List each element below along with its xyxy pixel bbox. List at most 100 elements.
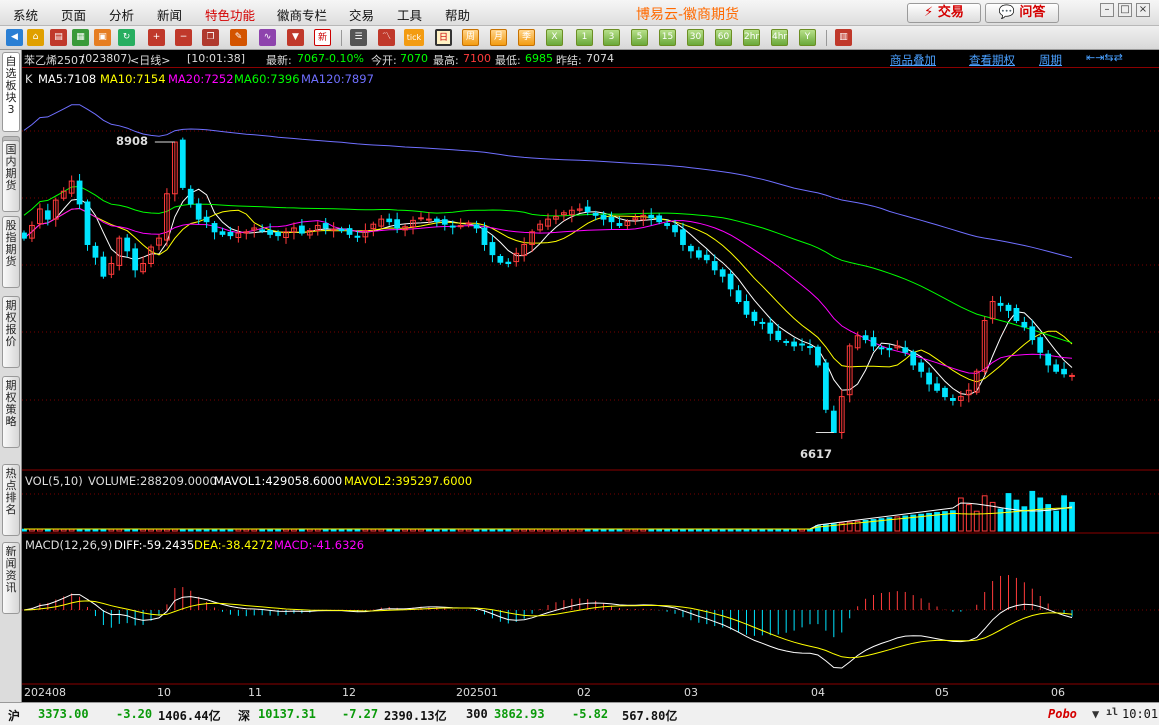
nav-arrows-icon[interactable]: ⇤⇥⇆⇄ (1086, 51, 1123, 64)
volume-bar (807, 528, 813, 532)
volume-bar (632, 528, 639, 532)
tick-button[interactable]: tick (404, 29, 424, 46)
candle-body (830, 410, 837, 433)
candle-body (695, 250, 702, 258)
tab-watchlist[interactable]: 自选板块3 (2, 52, 20, 132)
draw-pen-icon[interactable]: ✎ (230, 29, 247, 46)
period-60-button[interactable]: 60 (715, 29, 732, 46)
sh-amount: 1406.44亿 (158, 709, 221, 723)
tab-news-info[interactable]: 新闻资讯 (2, 542, 20, 614)
refresh-icon[interactable]: ↻ (118, 29, 135, 46)
menu-help[interactable]: 帮助 (445, 5, 470, 24)
period-day-button[interactable]: 日 (435, 29, 452, 46)
candle-body (751, 311, 758, 322)
menu-trade[interactable]: 交易 (349, 5, 374, 24)
volume-bar (346, 528, 353, 532)
menu-bar: 系统 页面 分析 新闻 特色功能 徽商专栏 交易 工具 帮助 博易云-徽商期货 … (0, 0, 1159, 26)
candle-body (354, 235, 361, 238)
menu-page[interactable]: 页面 (61, 5, 86, 24)
kline-chart-svg[interactable] (22, 50, 1159, 702)
zoom-in-icon[interactable]: + (148, 29, 165, 46)
menu-analysis[interactable]: 分析 (109, 5, 134, 24)
sh-change: -3.20 (116, 707, 153, 721)
menu-huishang-column[interactable]: 徽商专栏 (277, 5, 327, 24)
high-label: 最高: (433, 54, 459, 67)
candle-body (1045, 353, 1052, 366)
grid-icon[interactable]: ▦ (72, 29, 89, 46)
tab-option-quotes[interactable]: 期权报价 (2, 296, 20, 368)
table-icon[interactable]: ☰ (350, 29, 367, 46)
candle-body (505, 261, 512, 264)
layout-icon[interactable]: ▥ (835, 29, 852, 46)
qa-button[interactable]: 💬 问答 (985, 3, 1059, 23)
candle-body (703, 254, 710, 261)
latest-label: 最新: (266, 54, 292, 67)
period-link[interactable]: 周期 (1039, 52, 1062, 68)
period-15-button[interactable]: 15 (659, 29, 676, 46)
period-3-button[interactable]: 3 (603, 29, 620, 46)
tab-option-strategy[interactable]: 期权策略 (2, 376, 20, 448)
x-tick-label: 03 (684, 686, 698, 699)
zoom-out-icon[interactable]: − (175, 29, 192, 46)
candle-body (950, 398, 956, 401)
minimize-icon[interactable]: – (1100, 3, 1114, 17)
period-1-button[interactable]: 1 (576, 29, 593, 46)
tab-index-futures[interactable]: 股指期货 (2, 216, 20, 288)
period-x-button[interactable]: X (546, 29, 563, 46)
mavol1-value: MAVOL1:429058.6000 (214, 474, 343, 488)
tab-domestic-futures[interactable]: 国内期货 (2, 140, 20, 212)
overlay-commodity-link[interactable]: 商品叠加 (890, 52, 936, 68)
maximize-icon[interactable]: □ (1118, 3, 1132, 17)
volume-bar (211, 528, 218, 532)
calendar-icon[interactable]: ▣ (94, 29, 111, 46)
candle-body (743, 301, 750, 315)
period-30-button[interactable]: 30 (687, 29, 704, 46)
filter-icon[interactable]: ▼ (287, 29, 304, 46)
volume-bar (1053, 510, 1060, 532)
period-month-button[interactable]: 月 (490, 29, 507, 46)
menu-system[interactable]: 系统 (13, 5, 38, 24)
period-year-button[interactable]: Y (799, 29, 816, 46)
news-icon[interactable]: ▤ (50, 29, 67, 46)
volume-bar (354, 528, 361, 532)
line-chart-icon[interactable]: 〽 (378, 29, 395, 46)
back-arrow-icon[interactable]: ◀ (6, 29, 23, 46)
signal-bars-icon: ıl (1106, 707, 1119, 718)
period-week-button[interactable]: 周 (462, 29, 479, 46)
candle-body (616, 223, 623, 226)
trade-button[interactable]: ⚡ 交易 (907, 3, 981, 23)
menu-news[interactable]: 新闻 (157, 5, 182, 24)
tab-hot-ranking[interactable]: 热点排名 (2, 464, 20, 536)
volume-bar (124, 528, 131, 532)
volume-bar (386, 528, 393, 532)
new-icon[interactable]: 新 (314, 29, 331, 46)
candle-body (648, 214, 655, 219)
toolbar: ◀ ⌂ ▤ ▦ ▣ ↻ + − ❐ ✎ ∿ ▼ 新 ☰ 〽 tick 日 周 月… (0, 26, 1159, 50)
vol-title: VOL(5,10) (25, 474, 83, 488)
view-options-link[interactable]: 查看期权 (969, 52, 1015, 68)
candle-body (664, 223, 670, 226)
prev-settle-price: 7074 (586, 52, 614, 65)
menu-tools[interactable]: 工具 (397, 5, 422, 24)
period-quarter-button[interactable]: 季 (518, 29, 535, 46)
sz-label: 深 (238, 709, 251, 723)
menu-features[interactable]: 特色功能 (205, 5, 255, 24)
indicator-icon[interactable]: ∿ (259, 29, 276, 46)
close-icon[interactable]: × (1136, 3, 1150, 17)
period-5-button[interactable]: 5 (631, 29, 648, 46)
x-tick-label: 202501 (456, 686, 498, 699)
period-4hr-button[interactable]: 4hr (771, 29, 788, 46)
volume-bar (402, 528, 408, 532)
candle-body (918, 362, 925, 372)
candle-body (997, 302, 1004, 306)
sz-change: -7.27 (342, 707, 379, 721)
home-icon[interactable]: ⌂ (27, 29, 44, 46)
period-2hr-button[interactable]: 2hr (743, 29, 760, 46)
volume-bar (521, 528, 528, 532)
candle-body (584, 206, 591, 213)
window-icon[interactable]: ❐ (202, 29, 219, 46)
chart-area[interactable]: 苯乙烯2507 (023807) <日线> [10:01:38] 最新: 706… (22, 50, 1159, 702)
candle-body (132, 248, 139, 271)
candle-body (1013, 307, 1020, 322)
candle-body (275, 231, 281, 237)
